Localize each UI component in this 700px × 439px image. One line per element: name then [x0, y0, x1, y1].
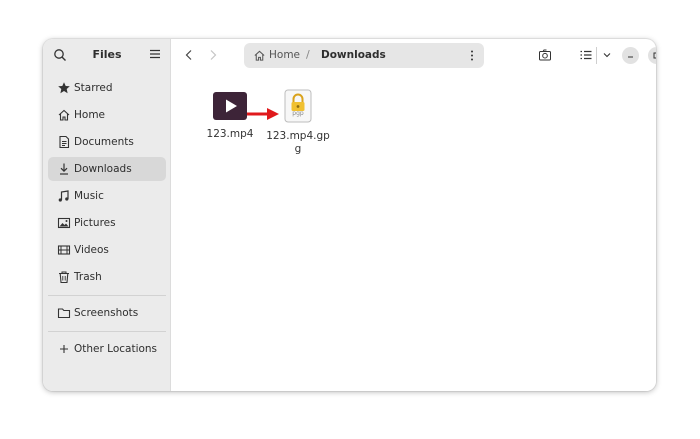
breadcrumb-separator: / [306, 48, 310, 61]
sidebar-item-label: Other Locations [74, 343, 158, 355]
sidebar-item-starred[interactable]: Starred [48, 76, 166, 100]
star-icon [58, 82, 70, 94]
sidebar-divider [48, 295, 166, 296]
sidebar-item-label: Pictures [74, 217, 116, 229]
sidebar-item-label: Home [74, 109, 106, 121]
music-icon [58, 190, 69, 202]
sidebar-item-documents[interactable]: Documents [48, 130, 166, 154]
sidebar-item-downloads[interactable]: Downloads [48, 157, 166, 181]
file-manager-window: Files Starred Home Documents Downloads M… [43, 39, 656, 391]
sidebar-item-videos[interactable]: Videos [48, 238, 166, 262]
sidebar-divider [48, 331, 166, 332]
search-files-icon[interactable] [538, 48, 552, 62]
sidebar-item-label: Downloads [74, 163, 132, 175]
video-file-icon [213, 92, 247, 120]
sidebar-item-screenshots[interactable]: Screenshots [48, 301, 166, 325]
pgp-badge: pgp [292, 110, 304, 117]
file-name: 123.mp4.gp g [266, 130, 330, 155]
download-icon [60, 163, 68, 175]
picture-icon [57, 217, 71, 229]
sidebar-item-other-locations[interactable]: Other Locations [48, 337, 166, 361]
hamburger-menu-icon[interactable] [149, 48, 161, 60]
sidebar-item-trash[interactable]: Trash [48, 265, 166, 289]
minimize-icon [628, 56, 633, 58]
back-icon[interactable] [181, 47, 197, 63]
sidebar: Files Starred Home Documents Downloads M… [43, 39, 171, 391]
list-view-icon[interactable] [579, 48, 593, 62]
maximize-button[interactable] [648, 47, 656, 64]
home-icon[interactable] [253, 49, 266, 62]
breadcrumb-current[interactable]: Downloads [321, 49, 386, 62]
view-divider [596, 47, 597, 64]
sidebar-item-label: Music [74, 190, 104, 202]
file-name: 123.mp4 [206, 128, 254, 140]
sidebar-item-label: Documents [74, 136, 134, 148]
forward-icon[interactable] [205, 47, 221, 63]
sidebar-item-label: Videos [74, 244, 109, 256]
lock-file-icon [284, 89, 312, 123]
maximize-icon [653, 52, 656, 59]
chevron-down-icon[interactable] [600, 48, 614, 62]
sidebar-header: Files [43, 39, 171, 72]
sidebar-item-label: Starred [74, 82, 113, 94]
header-bar: Home / Downloads [171, 39, 656, 72]
minimize-button[interactable] [622, 47, 639, 64]
more-options-icon[interactable] [469, 49, 475, 62]
folder-icon [57, 308, 71, 319]
path-bar: Home / Downloads [244, 43, 484, 68]
video-icon [57, 245, 71, 255]
sidebar-item-label: Screenshots [74, 307, 139, 319]
breadcrumb-home[interactable]: Home [269, 49, 300, 62]
file-grid: 123.mp4 pgp 123.mp4.gp g [172, 72, 656, 391]
file-item-encrypted[interactable]: pgp 123.mp4.gp g [265, 89, 331, 156]
sidebar-item-music[interactable]: Music [48, 184, 166, 208]
sidebar-item-home[interactable]: Home [48, 103, 166, 127]
document-icon [59, 135, 70, 149]
sidebar-item-pictures[interactable]: Pictures [48, 211, 166, 235]
sidebar-item-label: Trash [74, 271, 102, 283]
home-icon [58, 109, 70, 121]
trash-icon [59, 271, 69, 284]
plus-icon [60, 345, 68, 353]
